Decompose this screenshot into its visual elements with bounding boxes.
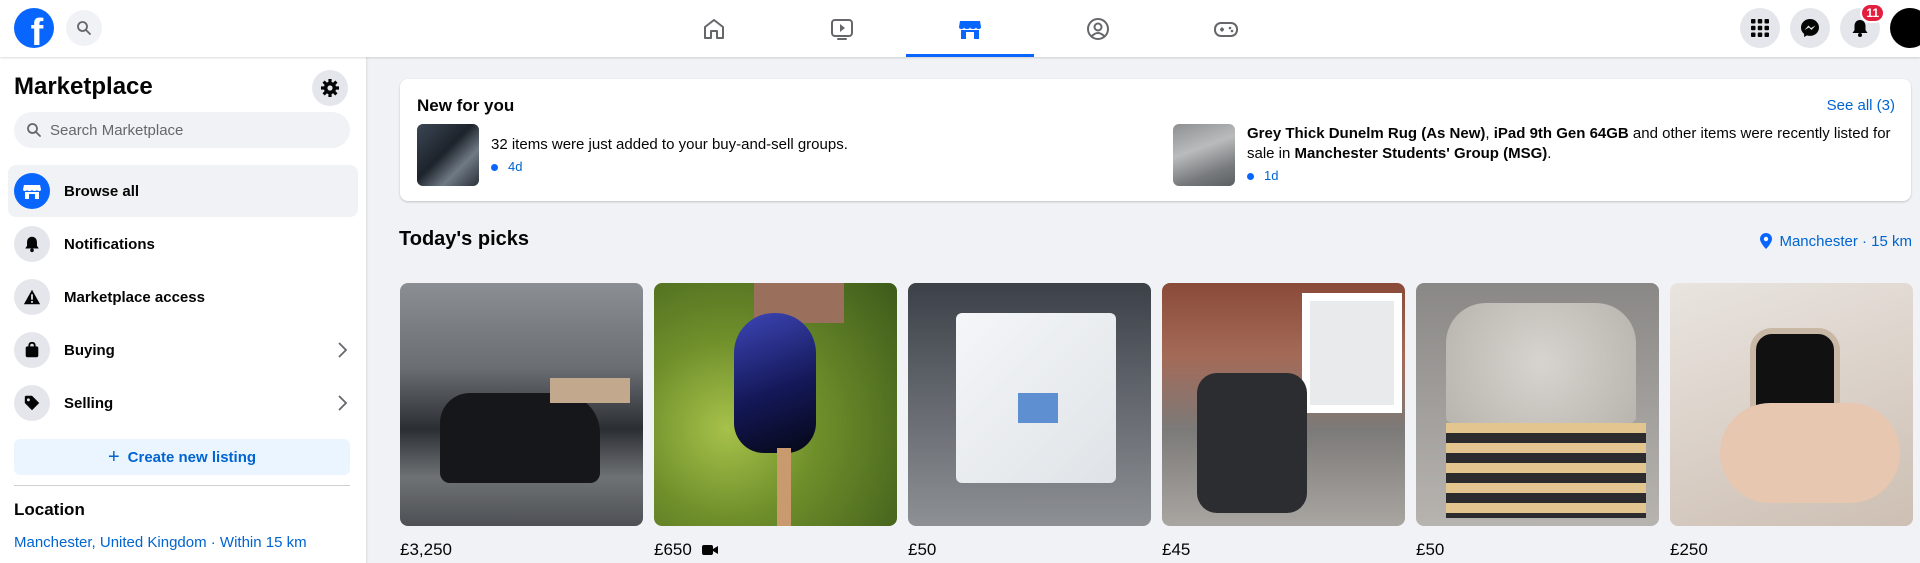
menu-button[interactable] — [1740, 8, 1780, 48]
listing-price-value: £650 — [654, 540, 692, 559]
nav-home[interactable] — [650, 0, 778, 57]
listing-card[interactable]: £3,250 — [400, 283, 643, 560]
groups-icon — [1087, 17, 1109, 40]
listed-item-1: Grey Thick Dunelm Rug (As New) — [1247, 125, 1486, 142]
see-all-link[interactable]: See all (3) — [1827, 97, 1895, 114]
bell-icon — [14, 226, 50, 262]
storefront-icon — [14, 173, 50, 209]
notification-item[interactable]: 32 items were just added to your buy-and… — [417, 124, 848, 186]
sidebar-title: Marketplace — [14, 73, 153, 100]
location-pin-icon — [1760, 233, 1773, 249]
sidebar-item-label: Browse all — [64, 182, 140, 200]
sidebar-item-buying[interactable]: Buying — [8, 324, 358, 376]
notification-badge: 11 — [1860, 3, 1885, 23]
sidebar-item-label: Buying — [64, 341, 115, 359]
notifications-button[interactable]: 11 — [1840, 3, 1885, 48]
bag-icon — [14, 332, 50, 368]
group-name: Manchester Students' Group (MSG) — [1294, 145, 1548, 162]
warning-icon — [14, 279, 50, 315]
menu-grid-icon — [1751, 19, 1769, 37]
listing-card[interactable]: £45 — [1162, 283, 1405, 560]
marketplace-search[interactable] — [14, 112, 350, 148]
listing-card[interactable]: £50 — [1416, 283, 1659, 560]
settings-button[interactable] — [312, 70, 348, 106]
sidebar-item-notifications[interactable]: Notifications — [8, 218, 358, 270]
sidebar-item-marketplace-access[interactable]: Marketplace access — [8, 271, 358, 323]
notification-time: 1d — [1264, 168, 1279, 183]
profile-avatar[interactable] — [1890, 8, 1920, 48]
listing-price: £45 — [1162, 540, 1191, 559]
notification-time: 4d — [508, 159, 523, 174]
gear-icon — [321, 79, 339, 97]
notification-thumbnail — [1173, 124, 1235, 186]
video-badge-icon — [701, 545, 718, 555]
location-link[interactable]: Manchester, United Kingdom · Within 15 k… — [14, 534, 307, 551]
messenger-icon — [1801, 19, 1819, 37]
listing-image — [1670, 283, 1913, 526]
todays-picks-title: Today's picks — [399, 228, 529, 250]
listing-price: £3,250 — [400, 540, 452, 559]
account-controls: 11 — [1740, 3, 1920, 48]
sidebar-item-label: Notifications — [64, 235, 155, 253]
search-icon — [27, 123, 41, 137]
tag-icon — [14, 385, 50, 421]
marketplace-icon — [959, 20, 981, 39]
listing-card[interactable]: £650 — [654, 283, 897, 560]
create-listing-label: Create new listing — [127, 448, 257, 466]
create-listing-button[interactable]: + Create new listing — [14, 439, 350, 475]
listing-price: £50 — [1416, 540, 1445, 559]
new-for-you-card: New for you See all (3) 32 items were ju… — [400, 79, 1911, 201]
chevron-right-icon — [338, 395, 348, 411]
listing-price: £250 — [1670, 540, 1708, 559]
main-nav — [650, 0, 1290, 57]
gaming-icon — [1214, 21, 1238, 37]
unread-dot — [1247, 172, 1254, 180]
divider — [14, 485, 350, 486]
sidebar-item-selling[interactable]: Selling — [8, 377, 358, 429]
plus-icon: + — [107, 445, 120, 468]
nav-groups[interactable] — [1034, 0, 1162, 57]
listed-item-2: iPad 9th Gen 64GB — [1493, 125, 1629, 142]
sidebar-item-label: Marketplace access — [64, 288, 205, 306]
sidebar: Marketplace Browse all Notifications Mar… — [0, 57, 366, 563]
video-icon — [831, 18, 853, 40]
text-separator: , — [1485, 125, 1494, 142]
picks-location-label: Manchester · 15 km — [1779, 232, 1912, 250]
messenger-button[interactable] — [1790, 8, 1830, 48]
sidebar-item-label: Selling — [64, 394, 114, 412]
home-icon — [704, 18, 724, 39]
new-for-you-title: New for you — [417, 96, 515, 115]
listing-grid: £3,250 £650 £50 £45 £50 £250 — [400, 283, 1913, 560]
listing-image — [1416, 283, 1659, 526]
search-input[interactable] — [50, 121, 330, 139]
search-icon — [77, 21, 91, 35]
listing-price: £650 — [654, 540, 897, 560]
nav-gaming[interactable] — [1162, 0, 1290, 57]
listing-image — [908, 283, 1151, 526]
facebook-logo[interactable]: f — [14, 8, 54, 48]
top-bar: f 11 — [0, 0, 1920, 57]
listing-image — [654, 283, 897, 526]
chevron-right-icon — [338, 342, 348, 358]
listing-image — [1162, 283, 1405, 526]
notification-thumbnail — [417, 124, 479, 186]
nav-video[interactable] — [778, 0, 906, 57]
notification-text: 32 items were just added to your buy-and… — [491, 136, 848, 153]
listing-image — [400, 283, 643, 526]
picks-location-link[interactable]: Manchester · 15 km — [1759, 232, 1912, 250]
location-heading: Location — [14, 500, 85, 519]
listing-card[interactable]: £50 — [908, 283, 1151, 560]
listing-price: £50 — [908, 540, 937, 559]
logo-letter: f — [30, 12, 44, 48]
listing-card[interactable]: £250 — [1670, 283, 1913, 560]
nav-marketplace[interactable] — [906, 0, 1034, 57]
text-end: . — [1547, 145, 1552, 162]
unread-dot — [491, 163, 498, 171]
notification-item[interactable]: Grey Thick Dunelm Rug (As New), iPad 9th… — [1173, 124, 1893, 186]
sidebar-item-browse-all[interactable]: Browse all — [8, 165, 358, 217]
search-button[interactable] — [66, 10, 102, 46]
